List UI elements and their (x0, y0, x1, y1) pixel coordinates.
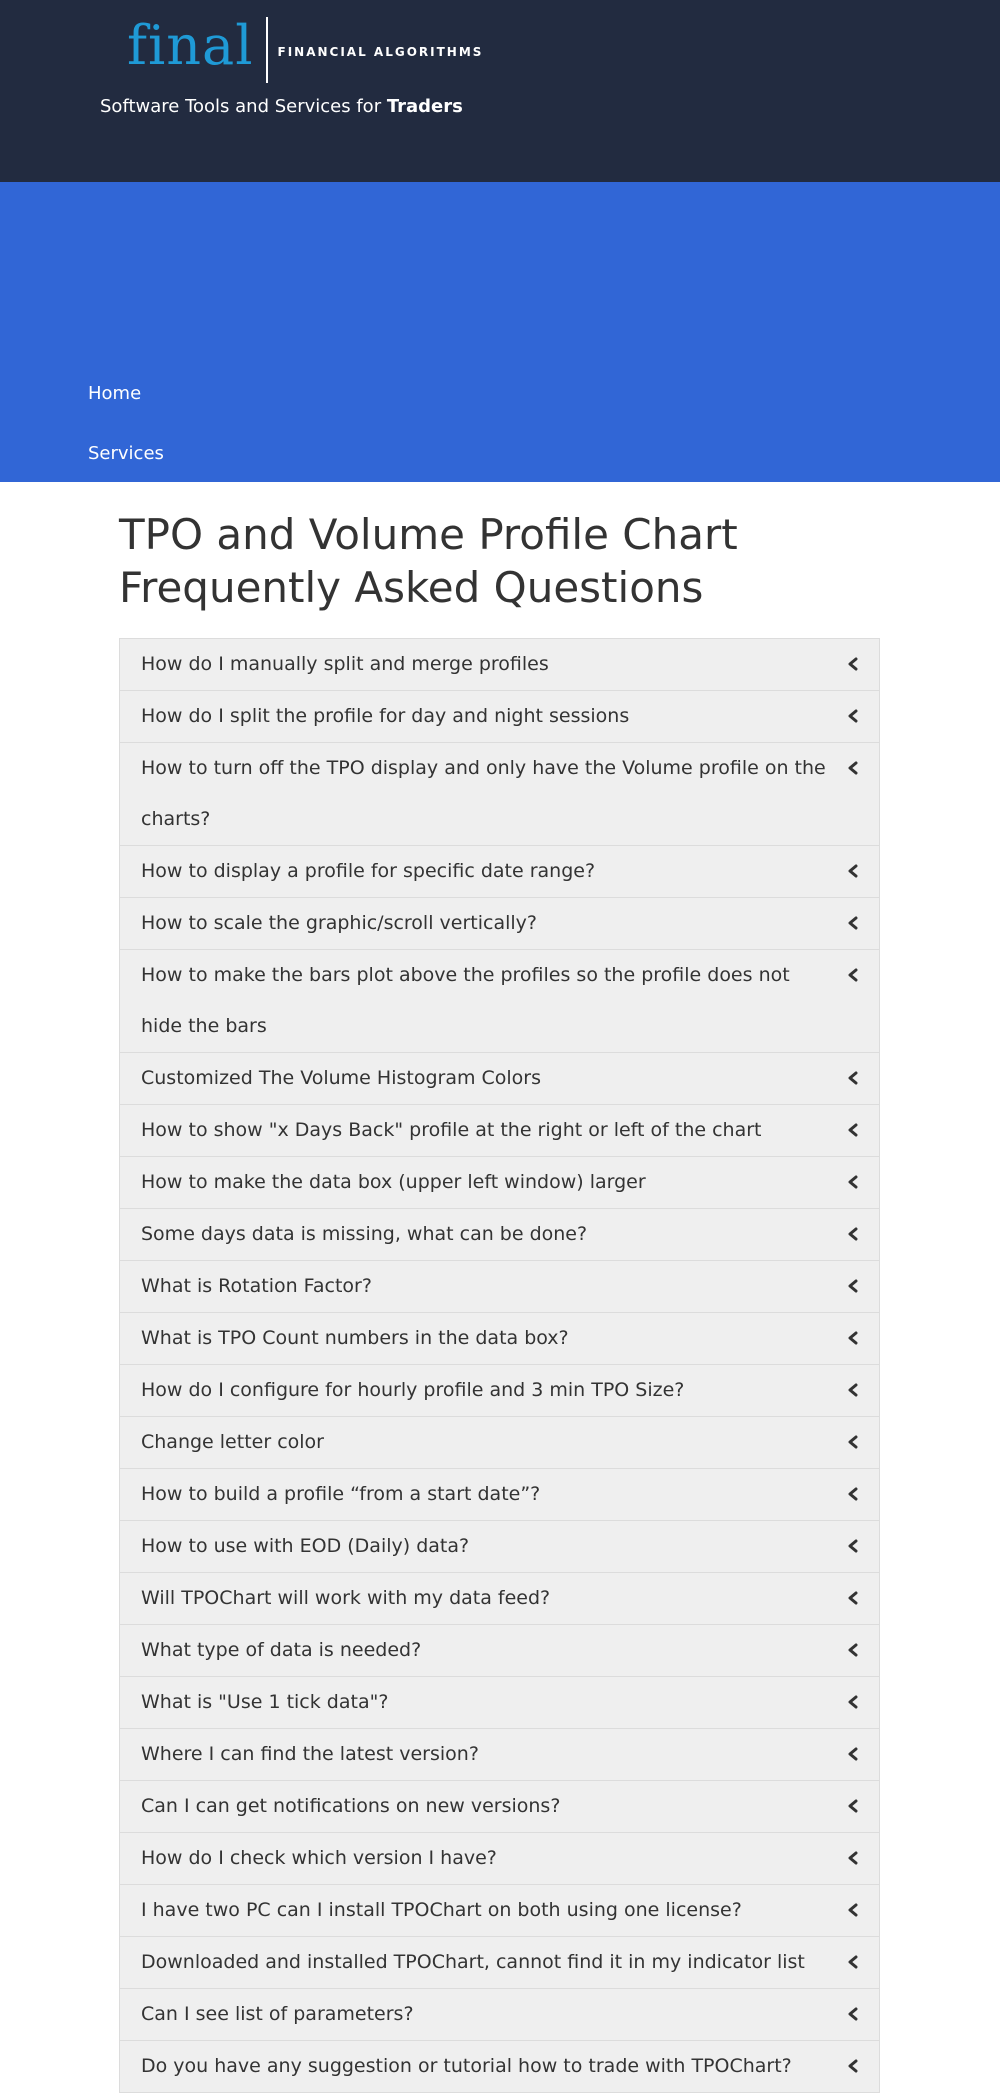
page-title: TPO and Volume Profile Chart Frequently … (119, 510, 738, 612)
tagline-bold: Traders (386, 96, 463, 117)
chevron-left-icon[interactable] (847, 1119, 859, 1141)
faq-item[interactable]: What is TPO Count numbers in the data bo… (119, 1313, 880, 1365)
chevron-left-icon[interactable] (847, 1483, 859, 1505)
faq-item[interactable]: Downloaded and installed TPOChart, canno… (119, 1937, 880, 1989)
faq-question: Do you have any suggestion or tutorial h… (141, 2055, 792, 2077)
chevron-left-icon[interactable] (847, 1743, 859, 1765)
chevron-left-icon[interactable] (847, 1535, 859, 1557)
chevron-left-icon[interactable] (847, 2003, 859, 2025)
chevron-left-icon[interactable] (847, 1899, 859, 1921)
faq-item[interactable]: Do you have any suggestion or tutorial h… (119, 2041, 880, 2093)
faq-question: Can I see list of parameters? (141, 2003, 414, 2025)
faq-item[interactable]: How to build a profile “from a start dat… (119, 1469, 880, 1521)
nav-item-services[interactable]: Services (88, 439, 164, 469)
faq-item[interactable]: How do I check which version I have? (119, 1833, 880, 1885)
chevron-left-icon[interactable] (847, 1067, 859, 1089)
chevron-left-icon[interactable] (847, 1223, 859, 1245)
faq-item[interactable]: How to use with EOD (Daily) data? (119, 1521, 880, 1573)
chevron-left-icon[interactable] (847, 1327, 859, 1349)
chevron-left-icon[interactable] (847, 1639, 859, 1661)
faq-question: How to turn off the TPO display and only… (141, 757, 826, 830)
chevron-left-icon[interactable] (847, 1847, 859, 1869)
chevron-left-icon[interactable] (847, 1691, 859, 1713)
faq-item[interactable]: Some days data is missing, what can be d… (119, 1209, 880, 1261)
chevron-left-icon[interactable] (847, 912, 859, 934)
faq-question: What is "Use 1 tick data"? (141, 1691, 389, 1713)
faq-item[interactable]: Where I can find the latest version? (119, 1729, 880, 1781)
faq-item[interactable]: How do I configure for hourly profile an… (119, 1365, 880, 1417)
chevron-left-icon[interactable] (847, 1275, 859, 1297)
faq-question: How to display a profile for specific da… (141, 860, 596, 882)
logo-subtitle: FINANCIAL ALGORITHMS (277, 45, 484, 59)
faq-question: Where I can find the latest version? (141, 1743, 479, 1765)
faq-question: Will TPOChart will work with my data fee… (141, 1587, 551, 1609)
faq-item[interactable]: How do I manually split and merge profil… (119, 638, 880, 691)
chevron-left-icon[interactable] (847, 2055, 859, 2077)
faq-question: I have two PC can I install TPOChart on … (141, 1899, 742, 1921)
faq-accordion: How do I manually split and merge profil… (119, 638, 880, 2093)
faq-question: What is TPO Count numbers in the data bo… (141, 1327, 569, 1349)
faq-item[interactable]: How to display a profile for specific da… (119, 846, 880, 898)
faq-question: How do I check which version I have? (141, 1847, 497, 1869)
faq-question: How do I split the profile for day and n… (141, 705, 630, 727)
faq-item[interactable]: Customized The Volume Histogram Colors (119, 1053, 880, 1105)
faq-question: Downloaded and installed TPOChart, canno… (141, 1951, 805, 1973)
faq-question: How to make the data box (upper left win… (141, 1171, 646, 1193)
faq-question: How do I configure for hourly profile an… (141, 1379, 685, 1401)
logo[interactable]: final FINANCIAL ALGORITHMS (127, 16, 483, 84)
faq-question: How to use with EOD (Daily) data? (141, 1535, 470, 1557)
faq-question: How to build a profile “from a start dat… (141, 1483, 541, 1505)
faq-item[interactable]: Can I see list of parameters? (119, 1989, 880, 2041)
logo-divider (265, 17, 268, 83)
faq-item[interactable]: How to make the bars plot above the prof… (119, 950, 880, 1053)
nav-item-home[interactable]: Home (88, 379, 141, 409)
faq-question: Some days data is missing, what can be d… (141, 1223, 588, 1245)
site-header: final FINANCIAL ALGORITHMS Software Tool… (0, 0, 1000, 182)
faq-question: Change letter color (141, 1431, 324, 1453)
faq-item[interactable]: What is Rotation Factor? (119, 1261, 880, 1313)
faq-item[interactable]: I have two PC can I install TPOChart on … (119, 1885, 880, 1937)
chevron-left-icon[interactable] (847, 1587, 859, 1609)
chevron-left-icon[interactable] (847, 1379, 859, 1401)
chevron-left-icon[interactable] (847, 653, 859, 675)
faq-item[interactable]: Can I can get notifications on new versi… (119, 1781, 880, 1833)
faq-question: How to make the bars plot above the prof… (141, 964, 790, 1037)
faq-question: Can I can get notifications on new versi… (141, 1795, 561, 1817)
chevron-left-icon[interactable] (847, 964, 859, 986)
chevron-left-icon[interactable] (847, 860, 859, 882)
faq-question: How to show "x Days Back" profile at the… (141, 1119, 762, 1141)
faq-item[interactable]: Change letter color (119, 1417, 880, 1469)
logo-wordmark: final (127, 14, 254, 77)
chevron-left-icon[interactable] (847, 1431, 859, 1453)
chevron-left-icon[interactable] (847, 757, 859, 779)
tagline: Software Tools and Services for Traders (100, 96, 463, 117)
chevron-left-icon[interactable] (847, 1951, 859, 1973)
faq-question: How do I manually split and merge profil… (141, 653, 549, 675)
faq-item[interactable]: How to scale the graphic/scroll vertical… (119, 898, 880, 950)
faq-item[interactable]: How do I split the profile for day and n… (119, 691, 880, 743)
faq-item[interactable]: Will TPOChart will work with my data fee… (119, 1573, 880, 1625)
faq-item[interactable]: What type of data is needed? (119, 1625, 880, 1677)
faq-question: Customized The Volume Histogram Colors (141, 1067, 542, 1089)
faq-item[interactable]: What is "Use 1 tick data"? (119, 1677, 880, 1729)
faq-item[interactable]: How to make the data box (upper left win… (119, 1157, 880, 1209)
faq-item[interactable]: How to show "x Days Back" profile at the… (119, 1105, 880, 1157)
faq-question: What type of data is needed? (141, 1639, 422, 1661)
main-nav: Home Services Products Partners Contact (0, 182, 1000, 644)
chevron-left-icon[interactable] (847, 705, 859, 727)
faq-question: What is Rotation Factor? (141, 1275, 372, 1297)
faq-question: How to scale the graphic/scroll vertical… (141, 912, 537, 934)
chevron-left-icon[interactable] (847, 1171, 859, 1193)
faq-item[interactable]: How to turn off the TPO display and only… (119, 743, 880, 846)
tagline-text: Software Tools and Services for (100, 96, 387, 117)
chevron-left-icon[interactable] (847, 1795, 859, 1817)
